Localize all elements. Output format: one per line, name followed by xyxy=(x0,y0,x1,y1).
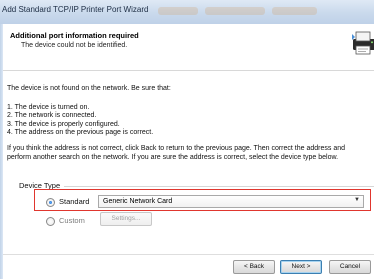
custom-radio[interactable] xyxy=(46,217,55,226)
device-type-dropdown[interactable]: Generic Network Card ▼ xyxy=(98,195,364,208)
back-button[interactable]: < Back xyxy=(233,260,275,274)
chevron-down-icon[interactable]: ▼ xyxy=(354,197,360,203)
blurred-region xyxy=(158,7,198,15)
custom-radio-label[interactable]: Custom xyxy=(59,216,85,225)
device-type-value: Generic Network Card xyxy=(103,198,173,205)
printer-icon xyxy=(352,31,374,55)
footer-divider xyxy=(3,254,374,255)
instruction-paragraph: If you think the address is not correct,… xyxy=(7,145,345,161)
window-title: Add Standard TCP/IP Printer Port Wizard xyxy=(2,5,149,14)
checklist-item: 2. The network is connected. xyxy=(7,112,97,119)
cancel-button[interactable]: Cancel xyxy=(329,260,371,274)
standard-radio[interactable] xyxy=(46,198,55,207)
settings-button[interactable]: Settings... xyxy=(100,212,152,226)
next-button[interactable]: Next > xyxy=(280,260,322,274)
checklist-item: 4. The address on the previous page is c… xyxy=(7,129,154,136)
window-titlebar[interactable]: Add Standard TCP/IP Printer Port Wizard xyxy=(0,0,374,25)
standard-radio-label[interactable]: Standard xyxy=(59,197,89,206)
checklist-item: 3. The device is properly configured. xyxy=(7,121,120,128)
checklist-item: 1. The device is turned on. xyxy=(7,104,90,111)
wizard-header: Additional port information required The… xyxy=(3,24,374,71)
page-title: Additional port information required xyxy=(10,31,139,40)
page-subtitle: The device could not be identified. xyxy=(21,42,128,49)
blurred-region xyxy=(272,7,317,15)
group-divider xyxy=(64,186,374,187)
intro-text: The device is not found on the network. … xyxy=(7,85,171,92)
blurred-region xyxy=(205,7,265,15)
